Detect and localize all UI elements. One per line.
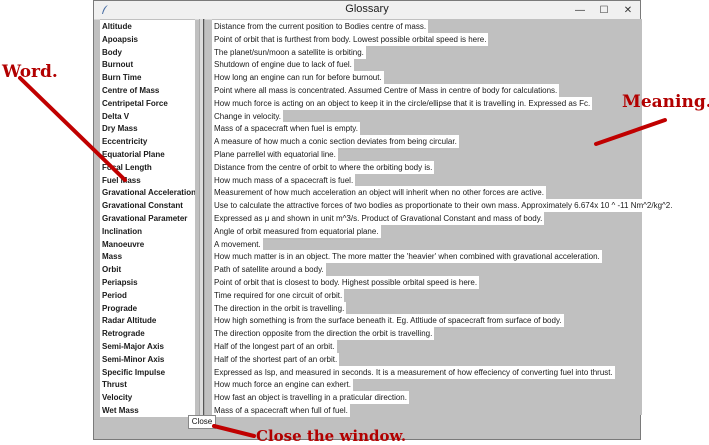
meaning-label: The direction in the orbit is travelling…: [212, 301, 347, 315]
term-label: Velocity: [100, 391, 195, 405]
term-label: Burnout: [100, 58, 195, 72]
meaning-label: How high something is from the surface b…: [212, 314, 564, 328]
meaning-label: The planet/sun/moon a satellite is orbit…: [212, 45, 366, 59]
meanings-column: Distance from the current position to Bo…: [212, 19, 675, 417]
term-label: Eccentricity: [100, 135, 195, 149]
meaning-label: How fast an object is travelling in a pr…: [212, 391, 409, 405]
divider-line: [203, 19, 204, 415]
meaning-label: Use to calculate the attractive forces o…: [212, 199, 675, 213]
meaning-label: A movement.: [212, 237, 263, 251]
term-label: Wet Mass: [100, 404, 195, 417]
term-label: Semi-Major Axis: [100, 340, 195, 353]
meaning-label: How long an engine can run for before bu…: [212, 71, 384, 85]
term-label: Prograde: [100, 301, 195, 315]
meaning-label: Half of the longest part of an orbit.: [212, 340, 337, 353]
term-label: Radar Altitude: [100, 314, 195, 328]
term-label: Gravational Constant: [100, 199, 195, 213]
meaning-label: Expressed as μ and shown in unit m^3/s. …: [212, 212, 545, 225]
term-label: Specific Impulse: [100, 365, 195, 379]
meaning-label: Distance from the current position to Bo…: [212, 20, 429, 33]
term-label: Mass: [100, 250, 195, 264]
term-label: Body: [100, 45, 195, 59]
meaning-label: Half of the shortest part of an orbit.: [212, 352, 340, 366]
window-title: Glossary: [345, 3, 389, 15]
term-label: Period: [100, 288, 195, 302]
terms-column: Altitude Apoapsis Body Burnout Burn Time Cent…: [100, 19, 195, 417]
term-label: Equatorial Plane: [100, 148, 195, 161]
term-label: Manoeuvre: [100, 237, 195, 251]
meaning-label: Angle of orbit measured from equatorial …: [212, 224, 381, 238]
close-button[interactable]: Close: [188, 415, 216, 429]
term-label: Dry Mass: [100, 122, 195, 136]
term-label: Orbit: [100, 263, 195, 277]
term-label: Centripetal Force: [100, 96, 195, 110]
meaning-label: Path of satellite around a body.: [212, 263, 326, 277]
term-label: Thrust: [100, 378, 195, 392]
meaning-label: Time required for one circuit of orbit.: [212, 288, 345, 302]
term-label: Apoapsis: [100, 32, 195, 46]
meaning-label: Shutdown of engine due to lack of fuel.: [212, 58, 354, 72]
column-divider[interactable]: [199, 19, 205, 415]
title-bar[interactable]: Glossary — ☐ ✕: [94, 1, 640, 20]
term-label: Inclination: [100, 224, 195, 238]
close-window-button[interactable]: ✕: [616, 1, 640, 19]
term-label: Centre of Mass: [100, 84, 195, 97]
meaning-label: A measure of how much a conic section de…: [212, 135, 459, 149]
meaning-label: Mass of a spacecraft when full of fuel.: [212, 404, 350, 417]
term-label: Fuel Mass: [100, 173, 195, 187]
meaning-label: Change in velocity.: [212, 109, 283, 123]
meaning-label: Point where all mass is concentrated. As…: [212, 84, 560, 97]
meaning-label: How much mass of a spacecraft is fuel.: [212, 173, 356, 187]
meaning-label: Point of orbit that is furthest from bod…: [212, 32, 489, 46]
meaning-label: Plane parrellel with equatorial line.: [212, 148, 338, 161]
term-label: Gravational Parameter: [100, 212, 195, 225]
meaning-label: Distance from the centre of orbit to whe…: [212, 160, 435, 174]
meaning-label: The direction opposite from the directio…: [212, 327, 435, 341]
minimize-button[interactable]: —: [568, 1, 592, 19]
meaning-label: How much force is acting on an object to…: [212, 96, 593, 110]
term-label: Burn Time: [100, 71, 195, 85]
meaning-label: How much matter is in an object. The mor…: [212, 250, 602, 264]
term-label: Semi-Minor Axis: [100, 352, 195, 366]
meaning-label: Mass of a spacecraft when fuel is empty.: [212, 122, 360, 136]
annotation-word: Word.: [2, 62, 58, 82]
term-label: Delta V: [100, 109, 195, 123]
annotation-meaning: Meaning.: [622, 92, 709, 112]
term-label: Periapsis: [100, 276, 195, 289]
term-label: Focal Length: [100, 160, 195, 174]
meaning-label: Expressed as Isp, and measured in second…: [212, 365, 615, 379]
maximize-button[interactable]: ☐: [592, 1, 616, 19]
term-label: Retrograde: [100, 327, 195, 341]
glossary-window: Glossary — ☐ ✕ Altitude Apoapsis Body Burno…: [93, 0, 675, 440]
term-label: Gravational Acceleration: [100, 186, 195, 200]
meaning-label: Measurement of how much acceleration an …: [212, 186, 546, 200]
meaning-label: Point of orbit that is closest to body. …: [212, 276, 480, 289]
annotation-close: Close the window.: [256, 427, 407, 445]
term-label: Altitude: [100, 20, 195, 33]
window-controls: — ☐ ✕: [568, 1, 640, 19]
meaning-label: How much force an engine can exhert.: [212, 378, 353, 392]
